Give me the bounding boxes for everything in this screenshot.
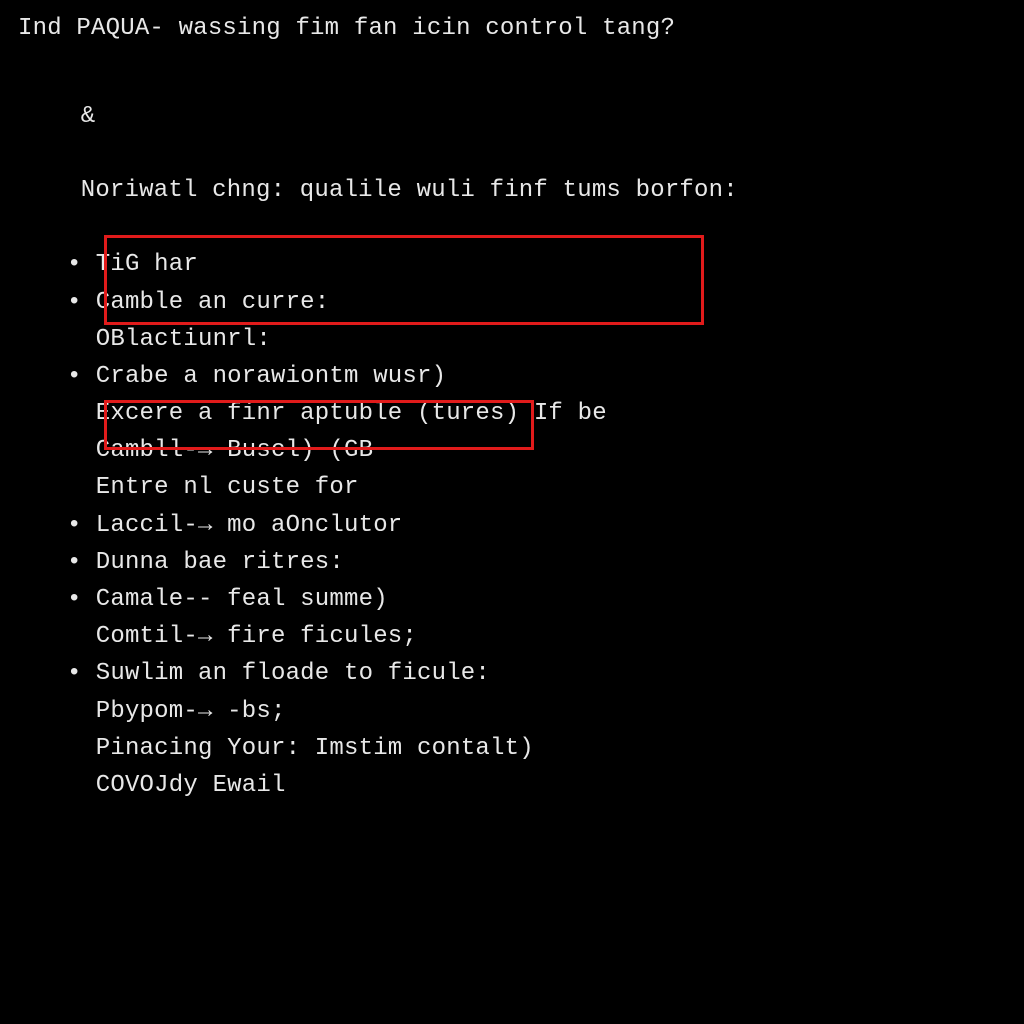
list-item-text: Camale-- feal summe) — [96, 581, 388, 618]
list-item-text: Cambll-→ Buscl) (GB — [96, 432, 373, 469]
bullet-icon: • — [67, 655, 96, 692]
list-item-text: OBlactiunrl: — [96, 321, 271, 358]
list-item-text: Pbypom-→ -bs; — [96, 693, 286, 730]
bullet-icon: • — [67, 544, 96, 581]
list-item-text: Crabe a norawiontm wusr) — [96, 358, 446, 395]
list-item: Pbypom-→ -bs; — [67, 693, 1024, 730]
list-item: • Suwlim an floade to ficule: — [67, 655, 1024, 692]
bullet-icon: • — [67, 358, 96, 395]
list-item: • TiG har — [67, 246, 1024, 283]
list-item: Cambll-→ Buscl) (GB — [67, 432, 1024, 469]
list-item: • Crabe a norawiontm wusr) — [67, 358, 1024, 395]
list-item: • Camble an curre: — [67, 284, 1024, 321]
list-item-text: COVOJdy Ewail — [96, 767, 286, 804]
section-heading: & Noriwatl chng: qualile wuli finf tums … — [18, 60, 1024, 246]
list-item-text: TiG har — [96, 246, 198, 283]
list-item: Comtil-→ fire ficules; — [67, 618, 1024, 655]
heading-text: Noriwatl chng: qualile wuli finf tums bo… — [81, 177, 738, 204]
list-item-text: Suwlim an floade to ficule: — [96, 655, 490, 692]
title-line: Ind PAQUA- wassing fim fan icin control … — [18, 10, 1024, 47]
bullet-icon: • — [67, 581, 96, 618]
list-item: Entre nl custe for — [67, 469, 1024, 506]
bullet-icon: • — [67, 284, 96, 321]
list-item-text: Pinacing Your: Imstim contalt) — [96, 730, 534, 767]
list-item-text: Excere a finr aptuble (tures) If be — [96, 395, 607, 432]
heading-marker: & — [81, 103, 96, 130]
bullet-icon: • — [67, 246, 96, 283]
list-item-text: Entre nl custe for — [96, 469, 359, 506]
list-item: • Laccil-→ mo aOnclutor — [67, 507, 1024, 544]
list-item: OBlactiunrl: — [67, 321, 1024, 358]
list-item: • Dunna bae ritres: — [67, 544, 1024, 581]
list-item: Pinacing Your: Imstim contalt) — [67, 730, 1024, 767]
list-item: Excere a finr aptuble (tures) If be — [67, 395, 1024, 432]
list-item-text: Comtil-→ fire ficules; — [96, 618, 417, 655]
bullet-list: • TiG har • Camble an curre: OBlactiunrl… — [18, 246, 1024, 804]
list-item-text: Dunna bae ritres: — [96, 544, 344, 581]
list-item: • Camale-- feal summe) — [67, 581, 1024, 618]
list-item: COVOJdy Ewail — [67, 767, 1024, 804]
bullet-icon: • — [67, 507, 96, 544]
list-item-text: Camble an curre: — [96, 284, 330, 321]
terminal-screen: Ind PAQUA- wassing fim fan icin control … — [0, 0, 1024, 804]
list-item-text: Laccil-→ mo aOnclutor — [96, 507, 403, 544]
